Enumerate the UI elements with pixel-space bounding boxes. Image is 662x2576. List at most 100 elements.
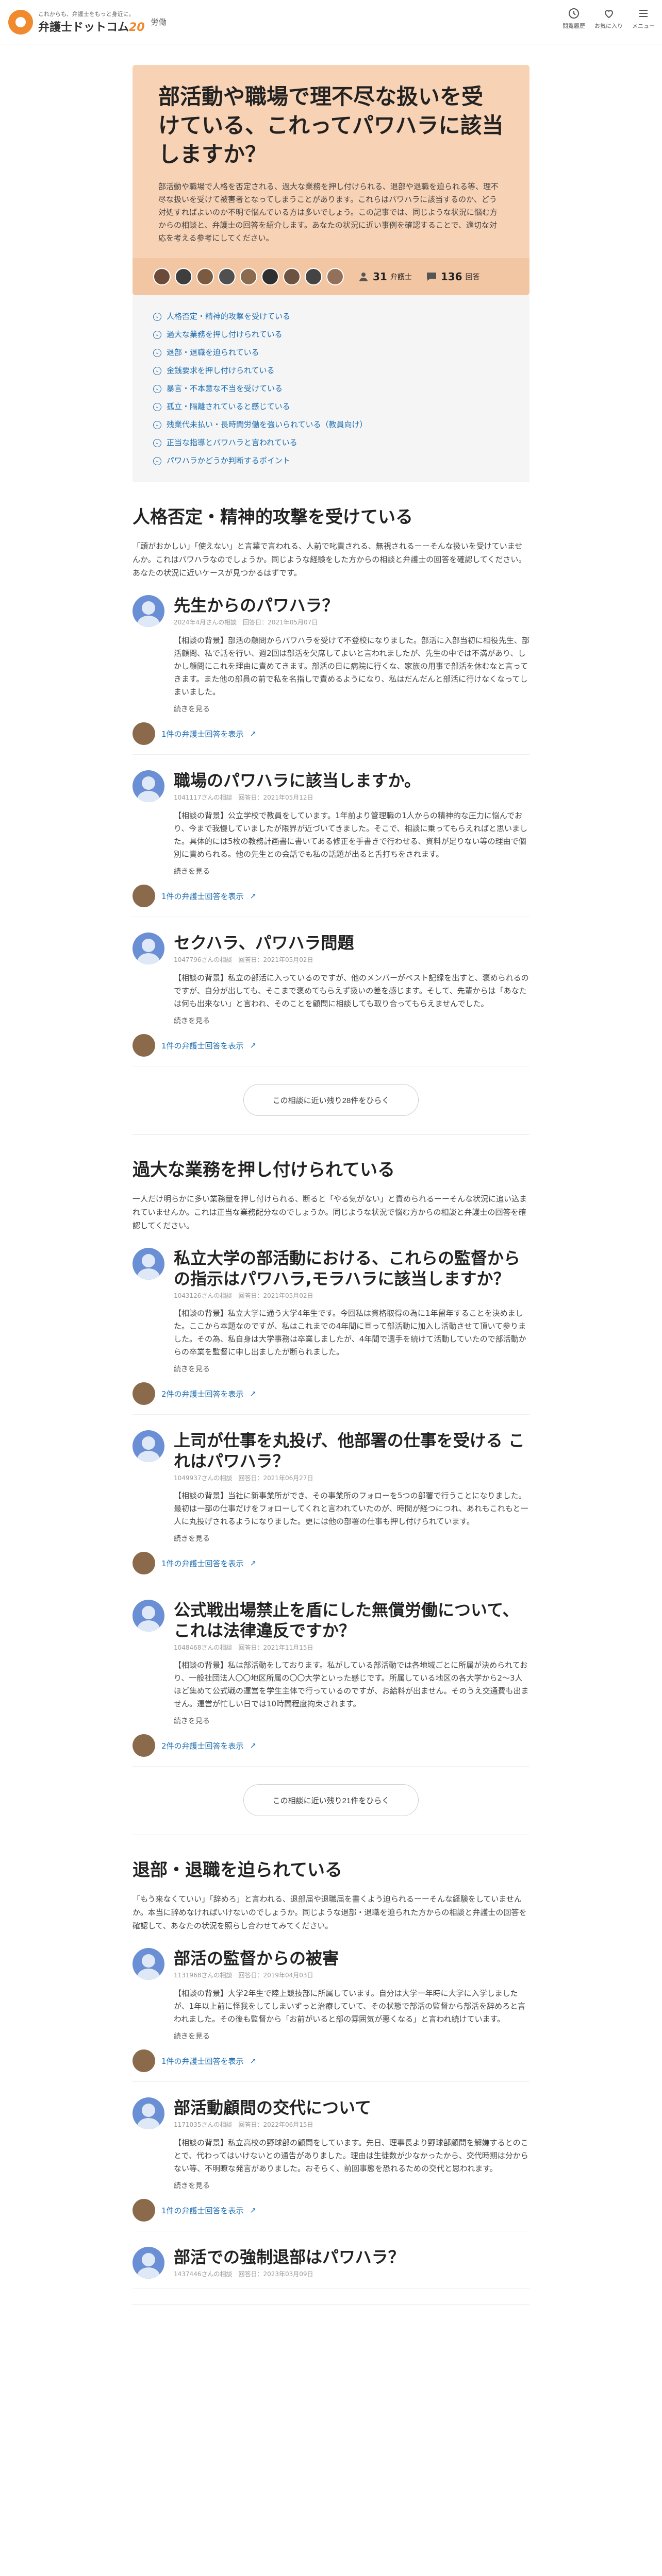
question-title-wrap: 職場のパワハラに該当しますか。 1041117さんの相談 回答日：2021年05月… (174, 770, 421, 802)
logo-tagline: これからも、弁護士をもっと身近に。 (38, 10, 135, 18)
answers-link[interactable]: 1件の弁護士回答を表示 ↗ (133, 885, 529, 907)
lawyer-avatar (133, 722, 155, 745)
external-link-icon: ↗ (250, 1558, 257, 1568)
external-link-icon: ↗ (250, 1389, 257, 1398)
question-meta: 2024年4月さんの相談 回答日：2021年05月07日 (174, 619, 318, 626)
lawyer-avatar (133, 2199, 155, 2222)
read-more-link[interactable]: 続きを見る (174, 1364, 529, 1374)
question-card: 職場のパワハラに該当しますか。 1041117さんの相談 回答日：2021年05月… (133, 770, 529, 917)
read-more-link[interactable]: 続きを見る (174, 1716, 529, 1726)
toc-item-label: 人格否定・精神的攻撃を受けている (167, 312, 291, 321)
read-more-link[interactable]: 続きを見る (174, 1015, 529, 1026)
question-title[interactable]: 部活での強制退部はパワハラ？ (174, 2247, 405, 2267)
logo-mark-icon (8, 9, 33, 35)
section-description: 一人だけ明らかに多い業務量を押し付けられる、断ると「やる気がない」と責められるー… (133, 1194, 527, 1230)
heart-icon (604, 10, 613, 19)
toc-item[interactable]: ⌄ 暴言・不本意な不当を受けている (153, 380, 509, 398)
answers-link[interactable]: 1件の弁護士回答を表示 ↗ (133, 2199, 529, 2222)
external-link-icon: ↗ (250, 891, 257, 901)
menu-icon (639, 10, 648, 17)
toc-item[interactable]: ⌄ 退部・退職を迫られている (153, 344, 509, 362)
answers-stat: 136 回答 (425, 270, 480, 283)
question-meta: 1131968さんの相談 回答日：2019年04月03日 (174, 1972, 313, 1979)
header-action-label: お気に入り (594, 23, 623, 29)
answers-link[interactable]: 2件の弁護士回答を表示 ↗ (133, 1734, 529, 1757)
header-action-menu[interactable]: メニュー (632, 7, 655, 30)
question-header: セクハラ、パワハラ問題 1047796さんの相談 回答日：2021年05月02日 (133, 933, 529, 964)
chevron-down-icon: ⌄ (153, 420, 161, 429)
question-title[interactable]: 職場のパワハラに該当しますか。 (174, 770, 421, 791)
answers-link-label: 1件の弁護士回答を表示 (161, 891, 244, 901)
question-card: セクハラ、パワハラ問題 1047796さんの相談 回答日：2021年05月02日【… (133, 933, 529, 1066)
question-title[interactable]: 私立大学の部活動における、これらの監督からの指示はパワハラ,モラハラに該当します… (174, 1248, 529, 1289)
question-card: 部活動顧問の交代について 1171035さんの相談 回答日：2022年06月15日… (133, 2097, 529, 2231)
question-title[interactable]: 部活動顧問の交代について (174, 2097, 371, 2118)
question-title[interactable]: セクハラ、パワハラ問題 (174, 933, 354, 953)
answers-link[interactable]: 1件の弁護士回答を表示 ↗ (133, 1034, 529, 1057)
question-title[interactable]: 先生からのパワハラ？ (174, 595, 339, 616)
question-title-wrap: 部活での強制退部はパワハラ？ 1437446さんの相談 回答日：2023年03月0… (174, 2247, 405, 2279)
question-header: 上司が仕事を丸投げ、他部署の仕事を受ける これはパワハラ？ 1049937さんの相… (133, 1430, 529, 1482)
chevron-down-icon: ⌄ (153, 366, 161, 375)
toc-item[interactable]: ⌄ 正当な指導とパワハラと言われている (153, 434, 509, 452)
answers-link[interactable]: 1件の弁護士回答を表示 ↗ (133, 722, 529, 745)
site-logo[interactable]: これからも、弁護士をもっと身近に。 弁護士ドットコム20 (8, 9, 145, 35)
question-body: 【相談の背景】私は部活動をしております。私がしている部活動では各地域ごとに所属が… (174, 1660, 529, 1708)
toc-item[interactable]: ⌄ 残業代未払い・長時間労働を強いられている（教員向け） (153, 416, 509, 434)
answers-link[interactable]: 1件の弁護士回答を表示 ↗ (133, 2049, 529, 2072)
user-avatar (133, 2247, 164, 2279)
question-body: 【相談の背景】部活の顧問からパワハラを受けて不登校になりました。部活に入部当初に… (174, 636, 529, 697)
toc-item-label: 正当な指導とパワハラと言われている (167, 438, 297, 447)
toc-item[interactable]: ⌄ 孤立・隔離されていると感じている (153, 398, 509, 416)
chat-icon (426, 273, 436, 281)
question-title-wrap: 上司が仕事を丸投げ、他部署の仕事を受ける これはパワハラ？ 1049937さんの相… (174, 1430, 529, 1482)
toc-item[interactable]: ⌄ 過大な業務を押し付けられている (153, 326, 509, 344)
answers-link-label: 1件の弁護士回答を表示 (161, 1558, 244, 1568)
toc-item-label: 退部・退職を迫られている (167, 348, 259, 357)
answers-link[interactable]: 2件の弁護士回答を表示 ↗ (133, 1382, 529, 1405)
sections-container: 人格否定・精神的攻撃を受けている 「頭がおかしい」「使えない」と言葉で言われる、人… (0, 482, 662, 2304)
lawyers-stat: 31 弁護士 (357, 270, 412, 283)
read-more-link[interactable]: 続きを見る (174, 866, 529, 876)
read-more-link[interactable]: 続きを見る (174, 2180, 529, 2191)
external-link-icon: ↗ (250, 1741, 257, 1750)
question-title[interactable]: 部活の監督からの被害 (174, 1948, 339, 1969)
header-action-history[interactable]: 閲覧履歴 (562, 7, 585, 30)
site-header: これからも、弁護士をもっと身近に。 弁護士ドットコム20 労働 閲覧履歴 お気に入… (0, 0, 662, 44)
section-title: 過大な業務を押し付けられている (133, 1160, 395, 1180)
read-more-link[interactable]: 続きを見る (174, 2031, 529, 2041)
question-meta: 1048468さんの相談 回答日：2021年11月15日 (174, 1644, 313, 1651)
question-title[interactable]: 公式戦出場禁止を盾にした無償労働について、これは法律違反ですか？ (174, 1600, 529, 1641)
question-title-wrap: セクハラ、パワハラ問題 1047796さんの相談 回答日：2021年05月02日 (174, 933, 354, 964)
question-title-wrap: 部活動顧問の交代について 1171035さんの相談 回答日：2022年06月15日 (174, 2097, 371, 2129)
toc-item-label: 金銭要求を押し付けられている (167, 366, 275, 375)
header-action-heart[interactable]: お気に入り (594, 7, 623, 30)
hero-card: 部活動や職場で理不尽な扱いを受けている、これってパワハラに該当しますか？ 部活動… (133, 65, 529, 295)
read-more-link[interactable]: 続きを見る (174, 704, 529, 714)
toc-item[interactable]: ⌄ 人格否定・精神的攻撃を受けている (153, 308, 509, 326)
show-more-button[interactable]: この相談に近い残り28件をひらく (243, 1084, 419, 1116)
answers-link[interactable]: 1件の弁護士回答を表示 ↗ (133, 1552, 529, 1574)
question-meta: 1041117さんの相談 回答日：2021年05月12日 (174, 794, 313, 801)
question-title-wrap: 私立大学の部活動における、これらの監督からの指示はパワハラ,モラハラに該当します… (174, 1248, 529, 1300)
read-more-link[interactable]: 続きを見る (174, 1533, 529, 1544)
toc-item[interactable]: ⌄ 金銭要求を押し付けられている (153, 362, 509, 380)
question-card: 公式戦出場禁止を盾にした無償労働について、これは法律違反ですか？ 1048468さ… (133, 1600, 529, 1767)
header-category[interactable]: 労働 (151, 16, 167, 27)
lawyer-avatar (133, 1734, 155, 1757)
chevron-down-icon: ⌄ (153, 402, 161, 411)
external-link-icon: ↗ (250, 729, 257, 738)
question-title[interactable]: 上司が仕事を丸投げ、他部署の仕事を受ける これはパワハラ？ (174, 1430, 529, 1471)
history-icon (569, 8, 579, 19)
lawyer-avatar (133, 1552, 155, 1574)
question-meta: 1049937さんの相談 回答日：2021年06月27日 (174, 1475, 313, 1482)
question-header: 先生からのパワハラ？ 2024年4月さんの相談 回答日：2021年05月07日 (133, 595, 529, 627)
question-header: 私立大学の部活動における、これらの監督からの指示はパワハラ,モラハラに該当します… (133, 1248, 529, 1300)
question-meta: 1171035さんの相談 回答日：2022年06月15日 (174, 2121, 313, 2128)
section-title: 人格否定・精神的攻撃を受けている (133, 507, 413, 528)
lawyer-avatar (326, 268, 344, 285)
toc-item-label: 孤立・隔離されていると感じている (167, 402, 290, 411)
question-body: 【相談の背景】私立高校の野球部の顧問をしています。先日、理事長より野球部顧問を解… (174, 2138, 528, 2173)
show-more-button[interactable]: この相談に近い残り21件をひらく (243, 1784, 419, 1816)
toc-item[interactable]: ⌄ パワハラかどうか判断するポイント (153, 452, 509, 470)
